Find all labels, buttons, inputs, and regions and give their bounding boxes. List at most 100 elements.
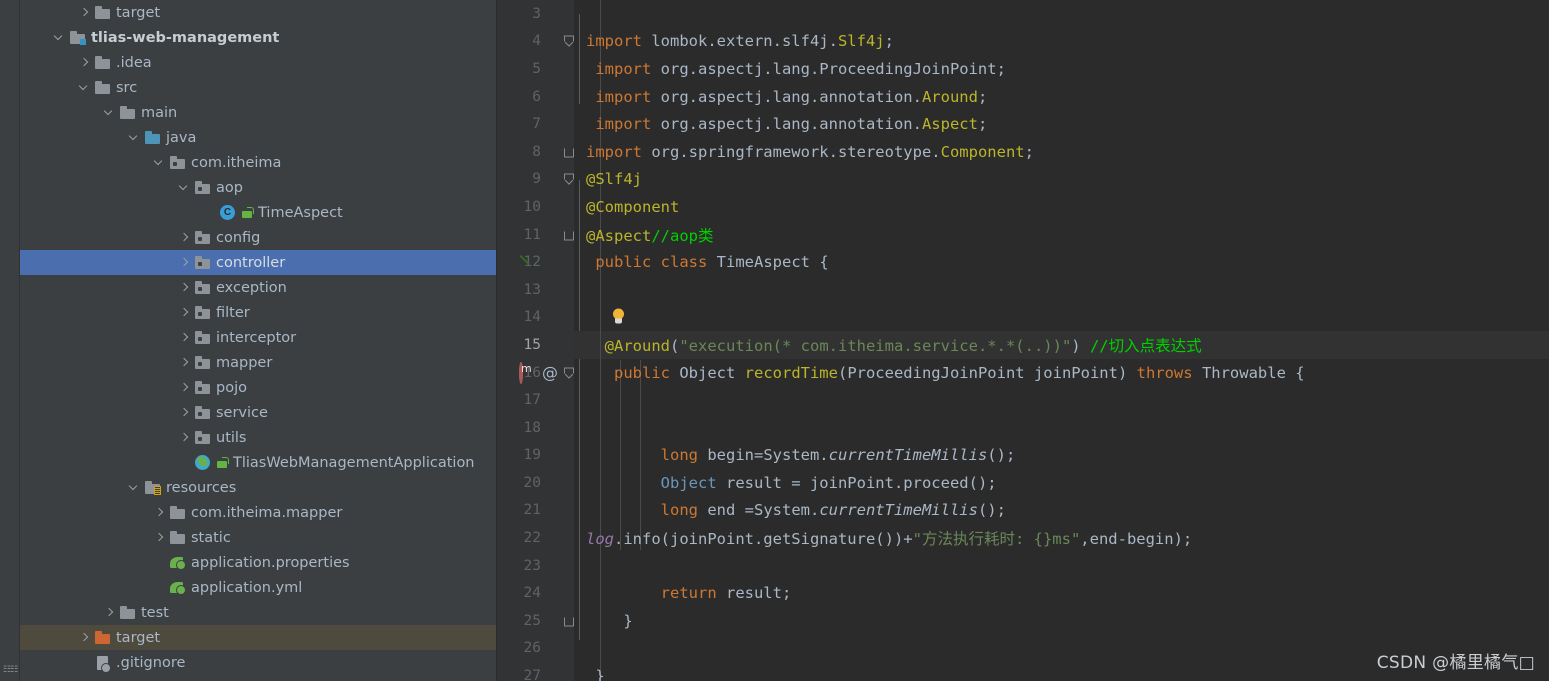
tree-item-target[interactable]: target bbox=[20, 0, 496, 25]
code-line-10[interactable]: 10 @Component bbox=[497, 193, 1549, 221]
code-fold-fend-icon[interactable] bbox=[563, 146, 574, 158]
tree-item-gitignore[interactable]: .gitignore bbox=[20, 650, 496, 675]
tree-item-application-properties[interactable]: application.properties bbox=[20, 550, 496, 575]
code-fold-fend-icon[interactable] bbox=[563, 615, 574, 627]
chevron-right-icon[interactable] bbox=[78, 6, 91, 19]
tree-item-interceptor[interactable]: interceptor bbox=[20, 325, 496, 350]
code-text-line-24[interactable]: return result; bbox=[574, 584, 1549, 602]
gutter-line-13[interactable]: 13 bbox=[497, 275, 574, 304]
gutter-line-22[interactable]: 22 bbox=[497, 524, 574, 552]
gutter-line-14[interactable]: 14 bbox=[497, 303, 574, 332]
code-text-line-16[interactable]: public Object recordTime(ProceedingJoinP… bbox=[574, 364, 1549, 382]
code-line-23[interactable]: 23 bbox=[497, 551, 1549, 580]
gutter-line-23[interactable]: 23 bbox=[497, 551, 574, 580]
gutter-line-24[interactable]: 24 bbox=[497, 579, 574, 608]
tree-item-pojo[interactable]: pojo bbox=[20, 375, 496, 400]
tree-item-tliaswebmanagementapplication[interactable]: TliasWebManagementApplication bbox=[20, 450, 496, 475]
code-line-20[interactable]: 20 Object result = joinPoint.proceed(); bbox=[497, 469, 1549, 497]
code-fold-fend-icon[interactable] bbox=[563, 229, 574, 241]
code-line-24[interactable]: 24 return result; bbox=[497, 579, 1549, 608]
chevron-right-icon[interactable] bbox=[153, 506, 166, 519]
chevron-down-icon[interactable] bbox=[78, 81, 91, 94]
code-text-line-8[interactable]: import org.springframework.stereotype.Co… bbox=[574, 143, 1549, 161]
annotation-gutter-icon[interactable]: @ bbox=[542, 364, 558, 381]
chevron-right-icon[interactable] bbox=[78, 631, 91, 644]
tree-item-test[interactable]: test bbox=[20, 600, 496, 625]
code-line-19[interactable]: 19 long begin=System.currentTimeMillis()… bbox=[497, 441, 1549, 470]
chevron-right-icon[interactable] bbox=[178, 431, 191, 444]
code-text-line-21[interactable]: long end =System.currentTimeMillis(); bbox=[574, 501, 1549, 519]
code-text-line-19[interactable]: long begin=System.currentTimeMillis(); bbox=[574, 446, 1549, 464]
gutter-line-8[interactable]: 8 bbox=[497, 137, 574, 166]
code-line-16[interactable]: 16@ public Object recordTime(ProceedingJ… bbox=[497, 358, 1549, 387]
chevron-right-icon[interactable] bbox=[178, 406, 191, 419]
code-line-12[interactable]: 12 public class TimeAspect { bbox=[497, 248, 1549, 276]
tree-item-com-itheima-mapper[interactable]: com.itheima.mapper bbox=[20, 500, 496, 525]
chevron-down-icon[interactable] bbox=[178, 181, 191, 194]
chevron-down-icon[interactable] bbox=[153, 156, 166, 169]
tree-item-config[interactable]: config bbox=[20, 225, 496, 250]
tree-item-main[interactable]: main bbox=[20, 100, 496, 125]
gutter-line-26[interactable]: 26 bbox=[497, 634, 574, 663]
tree-item-service[interactable]: service bbox=[20, 400, 496, 425]
code-line-7[interactable]: 7 import org.aspectj.lang.annotation.Asp… bbox=[497, 110, 1549, 138]
code-text-line-9[interactable]: @Slf4j bbox=[574, 170, 1549, 188]
project-tree-panel[interactable]: target tlias-web-management .idea src main ja… bbox=[20, 0, 497, 681]
gutter-line-11[interactable]: 11 bbox=[497, 220, 574, 249]
chevron-right-icon[interactable] bbox=[178, 231, 191, 244]
chevron-right-icon[interactable] bbox=[178, 306, 191, 319]
project-tree[interactable]: target tlias-web-management .idea src main ja… bbox=[20, 0, 496, 681]
tree-item-tlias-web-management[interactable]: tlias-web-management bbox=[20, 25, 496, 50]
code-fold-fcaret-icon[interactable] bbox=[563, 367, 574, 378]
chevron-right-icon[interactable] bbox=[178, 381, 191, 394]
gutter-line-25[interactable]: 25 bbox=[497, 607, 574, 635]
tree-item-mapper[interactable]: mapper bbox=[20, 350, 496, 375]
code-line-15[interactable]: 15 @Around("execution(* com.itheima.serv… bbox=[497, 331, 1549, 359]
tree-item-filter[interactable]: filter bbox=[20, 300, 496, 325]
chevron-down-icon[interactable] bbox=[128, 481, 141, 494]
chevron-right-icon[interactable] bbox=[178, 281, 191, 294]
gutter-line-9[interactable]: 9 bbox=[497, 165, 574, 194]
code-line-21[interactable]: 21 long end =System.currentTimeMillis(); bbox=[497, 496, 1549, 525]
tree-item-help-md[interactable]: HELP.md bbox=[20, 675, 496, 681]
tree-item-java[interactable]: java bbox=[20, 125, 496, 150]
gutter-line-7[interactable]: 7 bbox=[497, 110, 574, 138]
gutter-line-27[interactable]: 27 bbox=[497, 662, 574, 681]
chevron-down-icon[interactable] bbox=[128, 131, 141, 144]
code-line-8[interactable]: 8 import org.springframework.stereotype.C… bbox=[497, 137, 1549, 166]
code-text-line-7[interactable]: import org.aspectj.lang.annotation.Aspec… bbox=[574, 115, 1549, 133]
gutter-line-21[interactable]: 21 bbox=[497, 496, 574, 525]
code-text-line-22[interactable]: log.info(joinPoint.getSignature())+"方法执行… bbox=[574, 527, 1549, 549]
code-editor[interactable]: 3 4 import lombok.extern.slf4j.Slf4j; 5 imp… bbox=[497, 0, 1549, 681]
code-text-line-6[interactable]: import org.aspectj.lang.annotation.Aroun… bbox=[574, 88, 1549, 106]
gutter-line-17[interactable]: 17 bbox=[497, 386, 574, 414]
chevron-right-icon[interactable] bbox=[178, 256, 191, 269]
code-lines[interactable]: 3 4 import lombok.extern.slf4j.Slf4j; 5 imp… bbox=[497, 0, 1549, 681]
gutter-line-10[interactable]: 10 bbox=[497, 193, 574, 221]
spring-bean-gutter-icon[interactable] bbox=[519, 253, 537, 271]
tree-item-target[interactable]: target bbox=[20, 625, 496, 650]
tree-item-exception[interactable]: exception bbox=[20, 275, 496, 300]
code-fold-fcaret-icon[interactable] bbox=[563, 173, 574, 185]
chevron-right-icon[interactable] bbox=[153, 531, 166, 544]
tree-item-utils[interactable]: utils bbox=[20, 425, 496, 450]
code-text-line-20[interactable]: Object result = joinPoint.proceed(); bbox=[574, 474, 1549, 492]
chevron-right-icon[interactable] bbox=[78, 56, 91, 69]
code-line-17[interactable]: 17 bbox=[497, 386, 1549, 414]
gutter-line-16[interactable]: 16@ bbox=[497, 358, 574, 387]
tool-window-icon[interactable]: ☷☷ bbox=[3, 663, 18, 677]
tree-item-aop[interactable]: aop bbox=[20, 175, 496, 200]
code-line-3[interactable]: 3 bbox=[497, 0, 1549, 28]
code-line-18[interactable]: 18 bbox=[497, 413, 1549, 442]
code-line-9[interactable]: 9 @Slf4j bbox=[497, 165, 1549, 194]
chevron-right-icon[interactable] bbox=[103, 606, 116, 619]
tree-item-static[interactable]: static bbox=[20, 525, 496, 550]
tool-window-bar[interactable]: ☷☷ bbox=[0, 0, 20, 681]
code-text-line-11[interactable]: @Aspect//aop类 bbox=[574, 224, 1549, 246]
gutter-line-4[interactable]: 4 bbox=[497, 27, 574, 56]
tree-item-application-yml[interactable]: application.yml bbox=[20, 575, 496, 600]
code-line-5[interactable]: 5 import org.aspectj.lang.ProceedingJoin… bbox=[497, 55, 1549, 83]
chevron-down-icon[interactable] bbox=[53, 31, 66, 44]
code-line-14[interactable]: 14 bbox=[497, 303, 1549, 332]
gutter-line-5[interactable]: 5 bbox=[497, 55, 574, 83]
